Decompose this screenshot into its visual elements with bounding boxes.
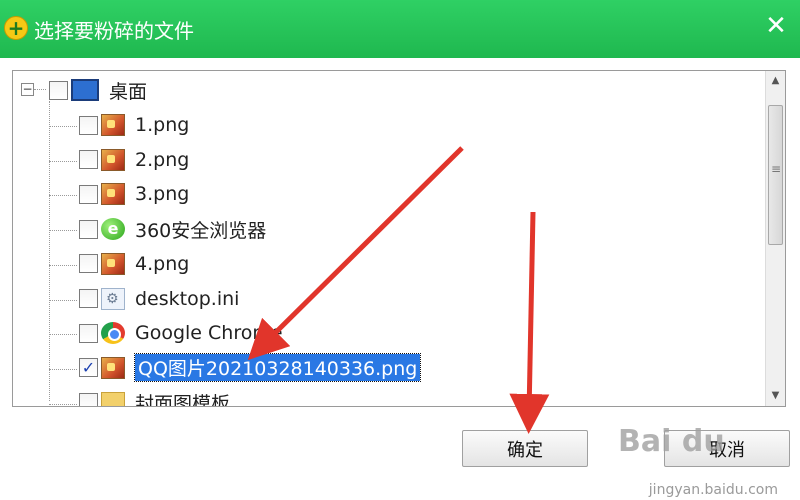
tree-root-label: 桌面 <box>109 80 148 103</box>
checkbox[interactable] <box>79 254 98 274</box>
tree-item-label: QQ图片20210328140336.png <box>133 353 422 383</box>
tree-connector-line <box>49 230 77 232</box>
tree-item[interactable]: e 360安全浏览器 <box>79 214 266 244</box>
close-button[interactable]: ✕ <box>762 12 790 40</box>
tree-connector-line <box>49 299 77 301</box>
app-logo-icon: + <box>4 16 28 40</box>
chrome-icon <box>101 322 125 345</box>
tree-item-label: Google Chrome <box>135 322 283 345</box>
tree-item[interactable]: 2.png <box>79 145 189 175</box>
tree-item-label: 4.png <box>135 252 190 275</box>
scroll-thumb[interactable] <box>768 105 783 245</box>
tree-root-desktop[interactable]: 桌面 <box>49 75 147 105</box>
file-tree[interactable]: − 桌面 1.png 2.png 3.png e 360安全浏览器 4.png deskto… <box>12 70 786 407</box>
baidu-watermark: Bai du <box>618 424 725 459</box>
baidu-watermark-url: jingyan.baidu.com <box>648 482 778 498</box>
tree-item[interactable]: 1.png <box>79 110 189 140</box>
image-icon <box>101 114 125 136</box>
tree-item[interactable]: ✓ QQ图片20210328140336.png <box>79 353 422 383</box>
scroll-down-arrow-icon[interactable]: ▼ <box>766 386 785 406</box>
checkbox[interactable] <box>79 115 98 135</box>
tree-item-label: 2.png <box>135 148 190 171</box>
ok-button[interactable]: 确定 <box>462 430 588 467</box>
ini-file-icon <box>101 287 125 310</box>
tree-connector-line <box>49 334 77 336</box>
tree-connector-line <box>49 195 77 197</box>
checkbox[interactable] <box>79 150 98 170</box>
image-icon <box>101 252 125 275</box>
tree-connector-line <box>49 160 77 162</box>
tree-item[interactable]: 4.png <box>79 249 189 279</box>
checkbox[interactable] <box>49 80 68 100</box>
tree-connector-line <box>49 126 77 127</box>
vertical-scrollbar[interactable]: ▲ ▼ <box>765 71 785 406</box>
tree-connector-line <box>49 264 77 266</box>
tree-item[interactable]: desktop.ini <box>79 284 239 314</box>
tree-item-label: 360安全浏览器 <box>135 219 267 242</box>
tree-item-label: 封面图模板 <box>135 393 231 407</box>
checkbox[interactable] <box>79 393 98 406</box>
tree-connector-line <box>49 101 50 401</box>
window-title: 选择要粉碎的文件 <box>34 19 194 43</box>
360-browser-icon: e <box>101 218 125 241</box>
image-icon <box>101 356 125 379</box>
tree-connector-line <box>49 368 77 370</box>
tree-item-label: desktop.ini <box>135 287 240 310</box>
image-icon <box>101 148 125 171</box>
folder-icon <box>101 391 125 406</box>
collapse-toggle[interactable]: − <box>21 83 34 96</box>
checkbox[interactable] <box>79 219 98 239</box>
tree-item[interactable]: 封面图模板 <box>79 388 231 407</box>
checkbox[interactable] <box>79 184 98 204</box>
image-icon <box>101 183 125 206</box>
tree-item[interactable]: Google Chrome <box>79 318 283 348</box>
tree-connector-line <box>49 403 77 405</box>
scroll-up-arrow-icon[interactable]: ▲ <box>766 71 785 91</box>
checkbox[interactable] <box>79 289 98 308</box>
checkbox[interactable]: ✓ <box>79 358 98 378</box>
title-bar: + 选择要粉碎的文件 ✕ <box>0 0 800 58</box>
tree-item-label: 1.png <box>135 114 190 136</box>
desktop-icon <box>71 79 99 101</box>
checkbox[interactable] <box>79 323 98 343</box>
tree-item[interactable]: 3.png <box>79 179 189 209</box>
tree-item-label: 3.png <box>135 183 190 206</box>
tree-connector-line <box>34 89 46 90</box>
